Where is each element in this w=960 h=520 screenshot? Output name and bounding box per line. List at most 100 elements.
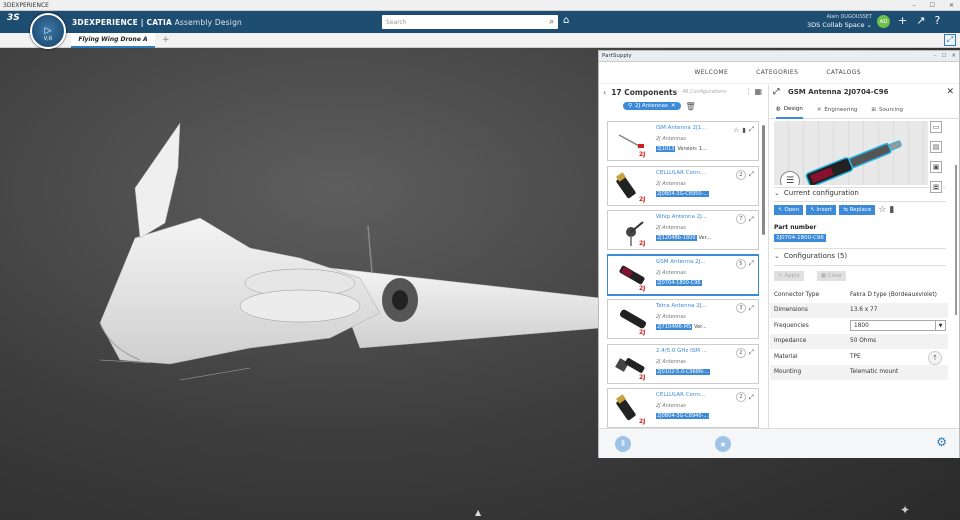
close-detail-icon[interactable]: ✕	[946, 87, 954, 97]
open-button[interactable]: ↖ Open	[774, 205, 804, 215]
back-icon[interactable]: ‹	[603, 88, 606, 97]
tab-sourcing[interactable]: ⊞ Sourcing	[871, 101, 903, 119]
component-list: 2J ISM Antenna 2J1... 2J Antennas 2J1013 Ver…	[607, 121, 759, 428]
nav-categories[interactable]: CATEGORIES	[756, 69, 798, 76]
collab-space-selector[interactable]: 3DS Collab Space ⌄	[807, 21, 872, 29]
collab-space: 3DS Collab Space	[807, 21, 865, 29]
component-name[interactable]: 2.4/5.0 GHz ISM ...	[656, 348, 716, 354]
expand-card-icon[interactable]: ⤢	[749, 348, 754, 357]
component-card[interactable]: 2J ISM Antenna 2J1... 2J Antennas 2J1013 Ver…	[607, 121, 759, 161]
chevron-up-icon[interactable]: ▲	[475, 508, 481, 517]
search-input[interactable]: Search ⌕	[382, 15, 558, 29]
tab-flying-wing-drone[interactable]: Flying Wing Drone A	[71, 33, 155, 48]
share-icon[interactable]: ↗	[916, 14, 925, 27]
image-icon[interactable]: ▣	[930, 161, 942, 173]
clear-label: Clear	[827, 273, 843, 279]
component-card[interactable]: 2J GSM Antenna 2J... 2J Antennas 2J0704-180…	[607, 254, 759, 295]
component-card[interactable]: 2J Whip Antenna 2J... 2J Antennas 2J1204Bb-…	[607, 210, 759, 250]
search-icon[interactable]: ⌕	[550, 17, 554, 27]
3d-compass-icon[interactable]: ✦	[900, 503, 910, 517]
config-row: Connector Type Fakra D type (Bordeauxviol…	[770, 287, 948, 303]
chevron-down-icon[interactable]: ▼	[935, 321, 945, 331]
expand-card-icon[interactable]: ⤢	[749, 393, 754, 402]
expand-card-icon[interactable]: ⤢	[749, 259, 754, 268]
part-preview[interactable]: ☰	[774, 121, 928, 185]
replace-button[interactable]: ⇆ Replace	[839, 205, 876, 215]
close-icon[interactable]: ✕	[949, 2, 954, 9]
gear-icon[interactable]: ⚙	[936, 435, 947, 449]
expand-detail-icon[interactable]: ⤢	[773, 87, 779, 97]
component-name[interactable]: CELLULAR Conn...	[656, 392, 716, 398]
bookmark-icon[interactable]: ▮	[889, 205, 894, 215]
trash-icon[interactable]: 🗑	[686, 102, 696, 111]
expand-card-icon[interactable]: ⤢	[749, 170, 754, 179]
minimize-icon[interactable]: –	[913, 2, 916, 9]
view-3d-icon[interactable]: ▭	[930, 121, 942, 133]
panel-close-icon[interactable]: ✕	[951, 53, 956, 59]
help-icon[interactable]: ?	[934, 14, 940, 27]
favorite-star-icon[interactable]: ☆	[878, 205, 886, 215]
part-number-tag: 2J0704-1800-C96	[656, 279, 702, 286]
tag-icon[interactable]: ⌂	[563, 15, 569, 26]
version-text: Version: 1...	[677, 146, 707, 152]
tab-bar: Flying Wing Drone A + ⤢	[0, 33, 960, 48]
component-name[interactable]: CELLULAR Conn...	[656, 170, 716, 176]
tab-design-label: Design	[783, 105, 803, 112]
expand-card-icon[interactable]: ⤢	[749, 304, 754, 313]
configurations-section[interactable]: ⌄ Configurations (5)	[774, 252, 847, 260]
component-name[interactable]: Whip Antenna 2J...	[656, 214, 716, 220]
panel-title-bar: PartSupply – ☐ ✕	[599, 51, 959, 62]
datasheet-icon[interactable]: ▤	[930, 141, 942, 153]
maximize-icon[interactable]: ☐	[930, 2, 935, 9]
component-thumbnail: 2J	[618, 134, 645, 158]
panel-minimize-icon[interactable]: –	[934, 53, 937, 59]
filter-icon[interactable]: ⫶	[747, 87, 749, 97]
favorites-icon[interactable]: ★	[715, 436, 731, 452]
component-name[interactable]: ISM Antenna 2J1...	[656, 125, 716, 131]
configuration-actions: ↖ Apply ▣ Clear	[774, 271, 847, 281]
favorite-star-icon[interactable]: ☆	[733, 126, 739, 134]
list-scrollbar[interactable]	[762, 125, 765, 235]
add-icon[interactable]: +	[898, 14, 907, 27]
expand-icon[interactable]: ⤢	[944, 34, 956, 46]
tab-engineering-label: Engineering	[824, 106, 858, 113]
nav-catalogs[interactable]: CATALOGS	[826, 69, 861, 76]
component-card[interactable]: 2J 2.4/5.0 GHz ISM ... 2J Antennas 2J0102-5…	[607, 343, 759, 384]
panel-maximize-icon[interactable]: ☐	[941, 53, 946, 59]
menu-icon[interactable]: ☰	[780, 171, 800, 185]
detail-scrollbar[interactable]	[955, 165, 957, 315]
catalog-icon[interactable]: ⦀	[615, 436, 631, 452]
grid-view-icon[interactable]: ▦	[754, 87, 762, 97]
filter-chip[interactable]: ⚲ 2J Antennas ✕	[623, 102, 681, 110]
tab-design[interactable]: ◍ Design	[776, 101, 803, 119]
component-card[interactable]: 2J CELLULAR Conn... 2J Antennas 2J0B04-3G-C…	[607, 388, 759, 428]
component-name[interactable]: Tetra Antenna 2J...	[656, 303, 716, 309]
avatar[interactable]: AD	[877, 15, 890, 28]
compass-icon[interactable]: ▷ V,R	[30, 13, 66, 49]
tab-engineering[interactable]: ✕ Engineering	[817, 101, 858, 119]
list-tools: ⫶ ▦	[747, 87, 768, 97]
component-card[interactable]: 2J CELLULAR Conn... 2J Antennas 2J0B04-3G-C…	[607, 165, 759, 206]
bookmark-icon[interactable]: ▮	[742, 126, 746, 134]
detail-title: GSM Antenna 2J0704-C96	[788, 88, 889, 96]
apply-button[interactable]: ↖ Apply	[774, 271, 804, 281]
part-number-label: Part number	[774, 224, 817, 231]
component-thumbnail: 2J	[616, 171, 645, 203]
component-card[interactable]: 2J Tetra Antenna 2J... 2J Antennas 2J7104M6…	[607, 299, 759, 339]
configurations-badge: 2	[735, 392, 746, 402]
component-name[interactable]: GSM Antenna 2J...	[656, 259, 716, 265]
top-bar: 3DEXPERIENCE | CATIA Assembly Design Sea…	[0, 11, 960, 33]
filter-chip-label: 2J Antennas	[635, 103, 668, 109]
expand-card-icon[interactable]: ⤢	[749, 215, 754, 224]
current-config-section[interactable]: ⌄ Current configuration	[774, 189, 859, 197]
remove-filter-icon[interactable]: ✕	[671, 103, 676, 109]
insert-button[interactable]: ↖ Insert	[806, 205, 837, 215]
card-actions: 3 ⤢	[735, 303, 754, 313]
expand-card-icon[interactable]: ⤢	[749, 125, 754, 134]
frequencies-select[interactable]: 1800 ▼	[850, 320, 946, 332]
nav-welcome[interactable]: WELCOME	[694, 69, 728, 76]
user-info[interactable]: Alain DUGOUSSET 3DS Collab Space ⌄	[807, 13, 872, 29]
clear-button[interactable]: ▣ Clear	[816, 271, 847, 281]
add-tab-icon[interactable]: +	[162, 35, 170, 45]
scroll-top-icon[interactable]: ↑	[928, 351, 942, 365]
